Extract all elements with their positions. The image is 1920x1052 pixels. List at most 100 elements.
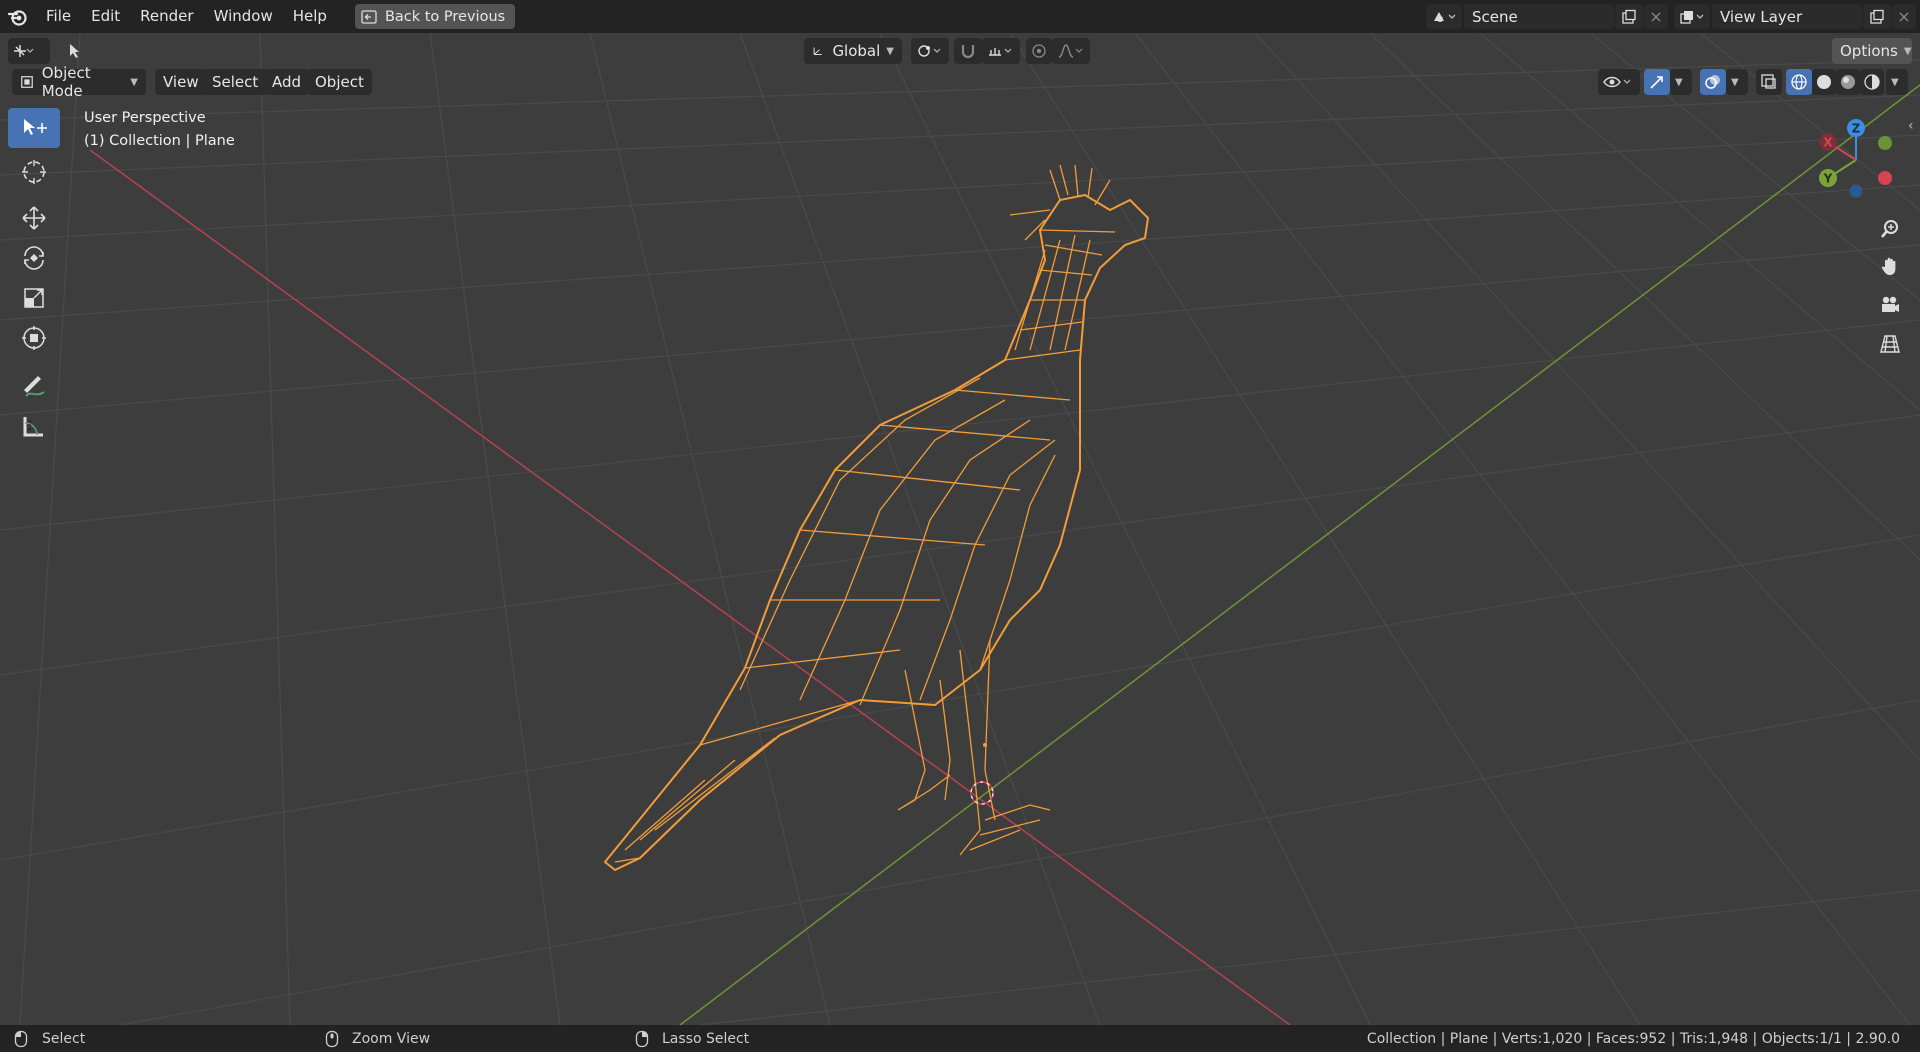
- material-preview-shading-button[interactable]: [1836, 69, 1860, 95]
- gizmo-neg-z-axis[interactable]: [1849, 184, 1863, 198]
- back-to-previous-label: Back to Previous: [384, 8, 506, 25]
- select-box-tool[interactable]: [8, 108, 60, 148]
- chevron-down-icon: ▼: [886, 45, 894, 57]
- blender-logo-icon[interactable]: [0, 0, 36, 33]
- transform-orientation-dropdown[interactable]: Global ▼: [804, 38, 902, 64]
- transform-tool[interactable]: [8, 318, 60, 358]
- shading-dropdown[interactable]: ▼: [1886, 69, 1908, 95]
- menu-render[interactable]: Render: [130, 0, 203, 33]
- mouse-middle-icon: [325, 1030, 339, 1047]
- view-layer-name-field[interactable]: View Layer: [1712, 4, 1862, 29]
- move-arrows-icon: [22, 206, 46, 230]
- editor-type-button[interactable]: [8, 38, 50, 64]
- status-lasso-label: Lasso Select: [662, 1030, 750, 1047]
- left-toolbar: [8, 108, 62, 446]
- camera-icon: [1882, 296, 1899, 312]
- view-menu[interactable]: View: [155, 69, 207, 95]
- scene-type-icon[interactable]: [1426, 4, 1462, 29]
- measure-ruler-icon: [23, 417, 43, 437]
- select-menu[interactable]: Select: [204, 69, 267, 95]
- sidebar-toggle-icon[interactable]: ‹: [1908, 118, 1914, 134]
- new-view-layer-icon[interactable]: [1863, 4, 1891, 29]
- chevron-down-icon: ▼: [1731, 76, 1739, 88]
- gizmo-neg-x-axis[interactable]: [1878, 171, 1892, 185]
- status-zoom-label: Zoom View: [352, 1030, 431, 1047]
- view-layer-type-icon[interactable]: [1674, 4, 1710, 29]
- rotate-tool[interactable]: [8, 238, 60, 278]
- object-menu[interactable]: Object: [307, 69, 372, 95]
- solid-shading-button[interactable]: [1812, 69, 1836, 95]
- snap-toggle[interactable]: [954, 38, 982, 64]
- top-menu-bar: File Edit Render Window Help Back to Pre…: [0, 0, 1920, 33]
- zoom-button[interactable]: [1873, 212, 1907, 246]
- pan-button[interactable]: [1873, 249, 1907, 283]
- select-box-tool-settings[interactable]: [62, 38, 92, 64]
- proportional-editing-icon: [1032, 44, 1046, 58]
- gizmo-icon: [1650, 76, 1663, 89]
- menu-edit[interactable]: Edit: [81, 0, 130, 33]
- gizmo-dropdown[interactable]: ▼: [1670, 69, 1692, 95]
- back-to-previous-button[interactable]: Back to Previous: [354, 4, 516, 29]
- menu-file[interactable]: File: [36, 0, 81, 33]
- magnet-icon: [961, 45, 975, 59]
- rendered-sphere-icon: [1864, 74, 1880, 90]
- xray-icon: [1761, 74, 1776, 89]
- camera-view-button[interactable]: [1873, 288, 1907, 322]
- annotate-tool[interactable]: [8, 366, 60, 406]
- wireframe-shading-button[interactable]: [1786, 69, 1812, 95]
- zoom-magnifier-icon: [1881, 220, 1898, 238]
- chevron-down-icon: ▼: [1675, 76, 1683, 88]
- mouse-right-icon: [635, 1030, 649, 1047]
- x-axis-line: [89, 149, 1291, 1025]
- transform-icon: [22, 326, 46, 350]
- rendered-shading-button[interactable]: [1860, 69, 1884, 95]
- status-bar: Select Zoom View Lasso Select Collection…: [0, 1025, 1920, 1052]
- svg-text:X: X: [1823, 136, 1833, 150]
- xray-toggle[interactable]: [1756, 69, 1782, 95]
- perspective-toggle-button[interactable]: [1873, 327, 1907, 361]
- select-box-icon: [24, 119, 47, 135]
- status-zoom-hint: Zoom View: [325, 1025, 430, 1052]
- overlays-icon: [1705, 75, 1720, 89]
- proportional-editing-toggle[interactable]: [1026, 38, 1052, 64]
- viewport-canvas[interactable]: [0, 33, 1920, 1025]
- menu-help[interactable]: Help: [283, 0, 337, 33]
- menu-window[interactable]: Window: [204, 0, 283, 33]
- object-mode-dropdown[interactable]: Object Mode ▼: [12, 64, 146, 100]
- selectability-visibility-dropdown[interactable]: [1598, 69, 1640, 95]
- pivot-point-dropdown[interactable]: [911, 38, 949, 64]
- pivot-point-icon: [918, 45, 941, 57]
- back-icon: [361, 9, 377, 24]
- floor-grid: [0, 33, 1920, 1025]
- gizmo-neg-y-axis[interactable]: [1878, 136, 1892, 150]
- new-scene-icon[interactable]: [1615, 4, 1643, 29]
- chevron-down-icon: ▼: [130, 76, 138, 88]
- viewport-header: Object Mode ▼ View Select Add Object ▼ ▼…: [0, 64, 1920, 100]
- wireframe-bird-mesh[interactable]: [603, 164, 1150, 872]
- orientation-label: Global: [832, 42, 881, 60]
- snap-target-dropdown[interactable]: [982, 38, 1020, 64]
- tool-settings-header: Global ▼ Options ▼: [0, 36, 1920, 66]
- options-dropdown[interactable]: Options ▼: [1832, 38, 1912, 64]
- object-mode-icon: [21, 76, 33, 88]
- falloff-dropdown[interactable]: [1052, 38, 1090, 64]
- delete-scene-icon[interactable]: [1644, 4, 1668, 29]
- overlays-toggle[interactable]: [1700, 69, 1726, 95]
- scale-tool[interactable]: [8, 278, 60, 318]
- measure-tool[interactable]: [8, 406, 60, 446]
- gizmo-toggle[interactable]: [1644, 69, 1670, 95]
- status-lasso-hint: Lasso Select: [635, 1025, 749, 1052]
- delete-view-layer-icon[interactable]: [1892, 4, 1916, 29]
- overlays-dropdown[interactable]: ▼: [1726, 69, 1748, 95]
- editor-type-icon: [14, 45, 34, 57]
- move-tool[interactable]: [8, 198, 60, 238]
- eye-icon: [1603, 76, 1631, 88]
- cursor-arrow-icon: [70, 44, 79, 58]
- perspective-grid-icon: [1880, 335, 1900, 353]
- add-menu[interactable]: Add: [264, 69, 310, 95]
- snap-increment-icon: [989, 48, 1012, 56]
- cursor-tool[interactable]: [8, 152, 60, 192]
- scene-name-field[interactable]: Scene: [1464, 4, 1614, 29]
- view-layer-selector: View Layer: [1674, 4, 1916, 29]
- navigation-gizmo[interactable]: Z Y X: [1808, 115, 1920, 205]
